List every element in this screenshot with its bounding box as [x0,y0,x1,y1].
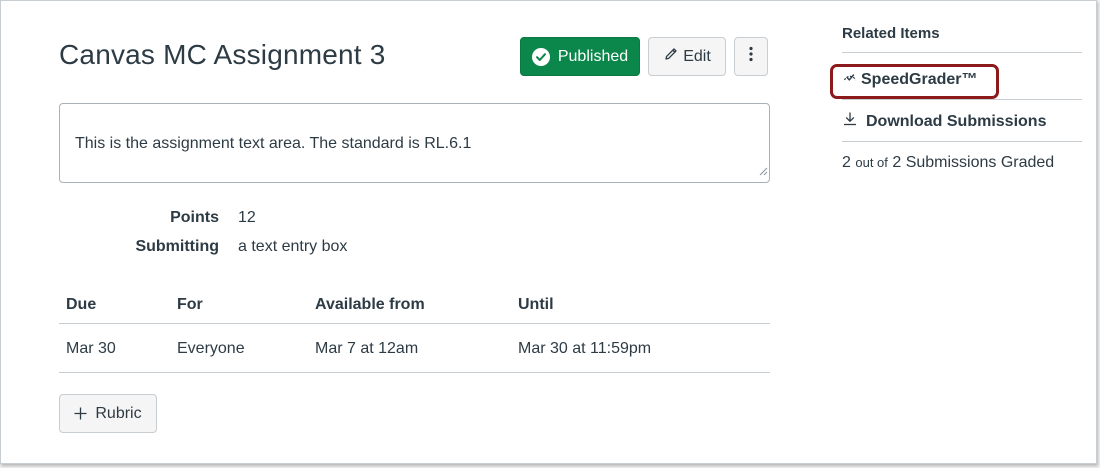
plus-icon [74,406,87,422]
rubric-label: Rubric [95,404,142,422]
assignment-description: This is the assignment text area. The st… [75,135,472,152]
table-divider [59,372,770,373]
cell-for: Everyone [177,340,245,357]
sidebar-divider [842,52,1082,53]
graded-out-of: out of [855,155,888,170]
published-label: Published [557,47,629,65]
published-button[interactable]: Published [520,37,640,76]
header-until: Until [518,296,554,313]
speedgrader-icon [842,69,858,90]
edit-button[interactable]: Edit [648,37,726,76]
cell-until: Mar 30 at 11:59pm [518,340,652,357]
edit-label: Edit [683,47,711,65]
related-items-heading: Related Items [842,25,940,42]
submitting-label: Submitting [135,238,219,255]
download-icon [842,111,858,132]
header-available-from: Available from [315,296,425,313]
header-for: For [177,296,203,313]
kebab-icon [749,46,753,67]
speedgrader-label: SpeedGrader™ [861,70,978,88]
resize-handle-icon[interactable] [759,163,768,181]
points-label: Points [170,209,219,226]
download-label: Download Submissions [866,112,1047,130]
download-submissions-link[interactable]: Download Submissions [842,111,1046,132]
sidebar-divider [842,99,1082,100]
page-title: Canvas MC Assignment 3 [59,39,386,70]
assignment-page: Canvas MC Assignment 3 Published Edit Th… [0,0,1097,464]
add-rubric-button[interactable]: Rubric [59,394,157,433]
pencil-icon [663,46,679,67]
table-divider [59,323,770,324]
cell-available-from: Mar 7 at 12am [315,340,419,357]
graded-total: 2 Submissions Graded [892,154,1055,171]
submitting-value: a text entry box [238,238,348,255]
check-circle-icon [531,47,550,66]
cell-due: Mar 30 [66,340,116,357]
sidebar-divider [842,141,1082,142]
speedgrader-link[interactable]: SpeedGrader™ [842,69,977,90]
points-value: 12 [238,209,256,226]
more-options-button[interactable] [734,37,768,76]
graded-count-text: 2 out of 2 Submissions Graded [842,154,1054,172]
graded-count: 2 [842,154,851,171]
assignment-text-area[interactable]: This is the assignment text area. The st… [59,103,770,183]
header-due: Due [66,296,97,313]
